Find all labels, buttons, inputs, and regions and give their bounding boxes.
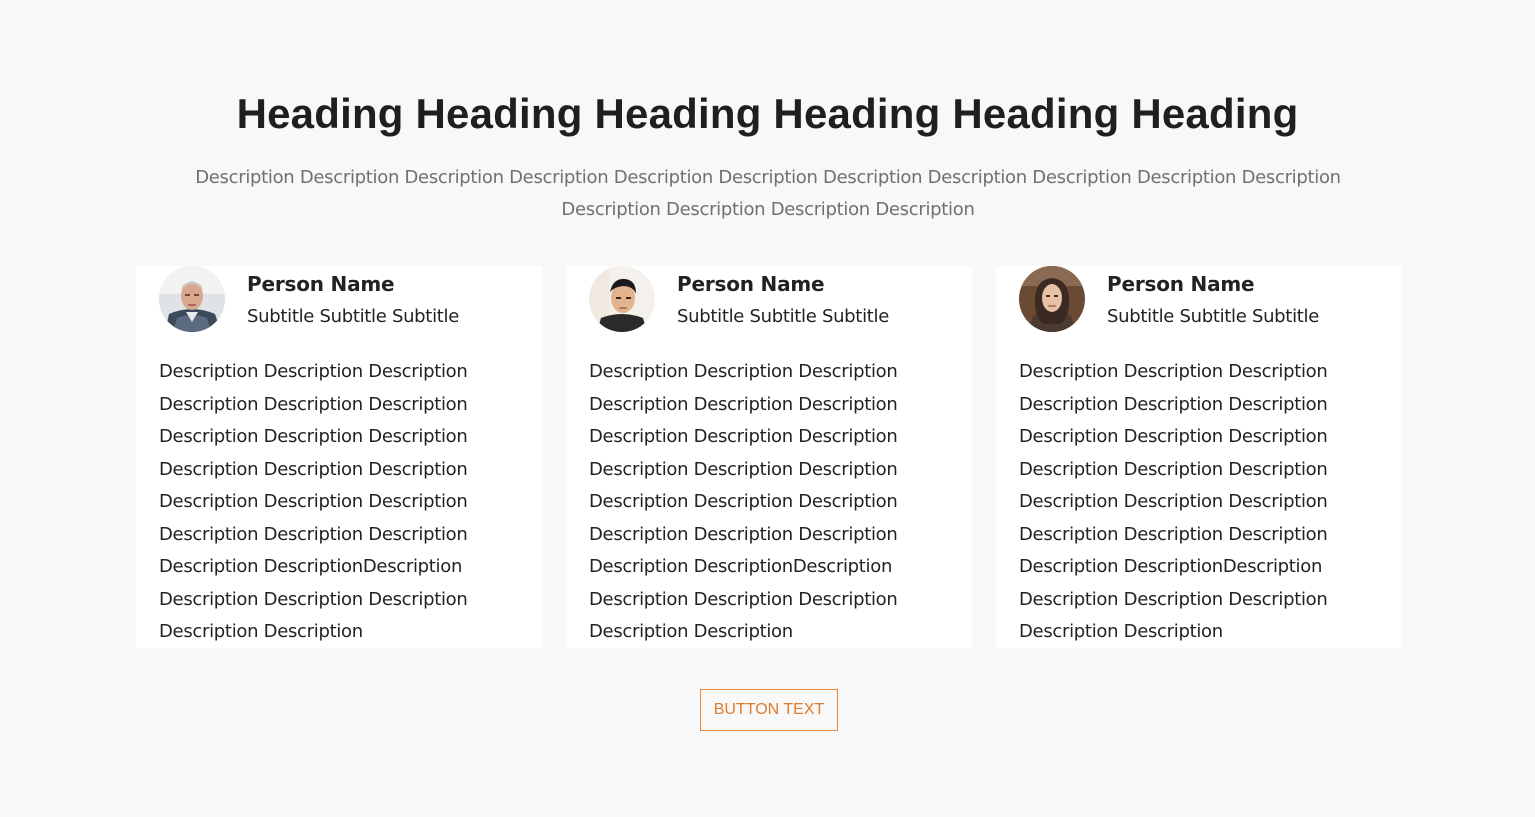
cta-button[interactable]: BUTTON TEXT — [700, 689, 838, 731]
testimonial-card: Person Name Subtitle Subtitle Subtitle D… — [566, 266, 972, 648]
person-name: Person Name — [677, 272, 825, 296]
avatar — [1019, 266, 1085, 332]
person-name: Person Name — [247, 272, 395, 296]
person-name: Person Name — [1107, 272, 1255, 296]
testimonial-card: Person Name Subtitle Subtitle Subtitle D… — [996, 266, 1402, 648]
section-description: Description Description Description Desc… — [195, 167, 1341, 220]
testimonial-card: Person Name Subtitle Subtitle Subtitle D… — [136, 266, 542, 648]
testimonial-text: Description Description Description Desc… — [1019, 361, 1328, 642]
avatar — [589, 266, 655, 332]
person-subtitle: Subtitle Subtitle Subtitle — [677, 306, 889, 327]
testimonial-text: Description Description Description Desc… — [589, 361, 898, 642]
person-subtitle: Subtitle Subtitle Subtitle — [1107, 306, 1319, 327]
person-subtitle: Subtitle Subtitle Subtitle — [247, 306, 459, 327]
testimonial-text: Description Description Description Desc… — [159, 361, 468, 642]
section-heading: Heading Heading Heading Heading Heading … — [236, 90, 1299, 137]
avatar — [159, 266, 225, 332]
testimonials-section: Heading Heading Heading Heading Heading … — [0, 0, 1535, 817]
